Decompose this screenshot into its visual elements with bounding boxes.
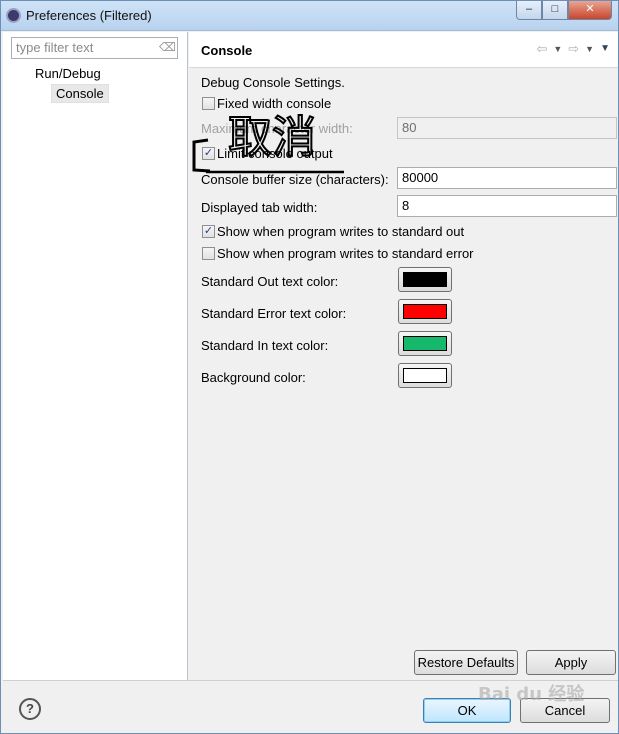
console-preference-page: Console ⇦ ▼ ⇨ ▼ ▼ Debug Console Settings… xyxy=(189,32,618,680)
buffer-size-label: Console buffer size (characters): xyxy=(201,172,389,187)
background-color-swatch xyxy=(403,368,447,383)
fixed-width-label: Fixed width console xyxy=(217,96,332,111)
filter-input[interactable]: type filter text xyxy=(11,37,178,59)
show-stdout-label: Show when program writes to standard out xyxy=(217,224,465,239)
back-arrow-icon[interactable]: ⇦ xyxy=(536,41,547,57)
page-title: Console xyxy=(201,43,253,58)
section-label: Debug Console Settings. xyxy=(201,75,345,90)
tree-item-run-debug[interactable]: Run/Debug xyxy=(35,66,101,81)
clear-filter-icon[interactable]: ⌫ xyxy=(159,41,176,54)
minimize-button[interactable]: – xyxy=(516,1,542,20)
dropdown-icon[interactable]: ▼ xyxy=(553,41,562,57)
dropdown-icon[interactable]: ▼ xyxy=(585,41,594,57)
close-button[interactable]: ✕ xyxy=(568,1,612,20)
apply-button[interactable]: Apply xyxy=(526,650,616,675)
tree-item-console[interactable]: Console xyxy=(51,84,109,103)
max-width-field[interactable]: 80 xyxy=(397,117,617,139)
limit-output-checkbox[interactable]: ✓ xyxy=(202,147,215,160)
stdin-color-button[interactable] xyxy=(398,331,452,356)
title-bar[interactable]: Preferences (Filtered) – □ ✕ xyxy=(1,1,618,31)
stdout-color-label: Standard Out text color: xyxy=(201,274,339,289)
stderr-color-button[interactable] xyxy=(398,299,452,324)
limit-output-label: Limit console output xyxy=(217,146,333,161)
tab-width-field[interactable]: 8 xyxy=(397,195,617,217)
restore-defaults-button[interactable]: Restore Defaults xyxy=(414,650,518,675)
forward-arrow-icon[interactable]: ⇨ xyxy=(568,41,579,57)
background-color-label: Background color: xyxy=(201,370,306,385)
stderr-color-label: Standard Error text color: xyxy=(201,306,347,321)
page-header: Console ⇦ ▼ ⇨ ▼ ▼ xyxy=(189,32,618,68)
stderr-color-swatch xyxy=(403,304,447,319)
max-width-label: Maximum character width: xyxy=(201,121,353,136)
fixed-width-checkbox[interactable] xyxy=(202,97,215,110)
stdout-color-button[interactable] xyxy=(398,267,452,292)
buffer-size-field[interactable]: 80000 xyxy=(397,167,617,189)
window-controls: – □ ✕ xyxy=(516,1,612,21)
background-color-button[interactable] xyxy=(398,363,452,388)
watermark-logo: Bai du 经验 xyxy=(478,684,585,705)
help-icon[interactable]: ? xyxy=(19,698,41,720)
show-stdout-checkbox[interactable]: ✓ xyxy=(202,225,215,238)
preference-tree-panel: type filter text ⌫ Run/Debug Console xyxy=(3,32,188,680)
stdin-color-swatch xyxy=(403,336,447,351)
tab-width-label: Displayed tab width: xyxy=(201,200,318,215)
stdout-color-swatch xyxy=(403,272,447,287)
preferences-window: Preferences (Filtered) – □ ✕ type filter… xyxy=(0,0,619,734)
window-title: Preferences (Filtered) xyxy=(26,8,152,23)
show-stderr-checkbox[interactable] xyxy=(202,247,215,260)
eclipse-icon xyxy=(6,8,21,23)
maximize-button[interactable]: □ xyxy=(542,1,568,20)
view-menu-icon[interactable]: ▼ xyxy=(600,41,610,57)
stdin-color-label: Standard In text color: xyxy=(201,338,329,353)
page-navigation: ⇦ ▼ ⇨ ▼ ▼ xyxy=(536,41,610,57)
show-stderr-label: Show when program writes to standard err… xyxy=(217,246,474,261)
